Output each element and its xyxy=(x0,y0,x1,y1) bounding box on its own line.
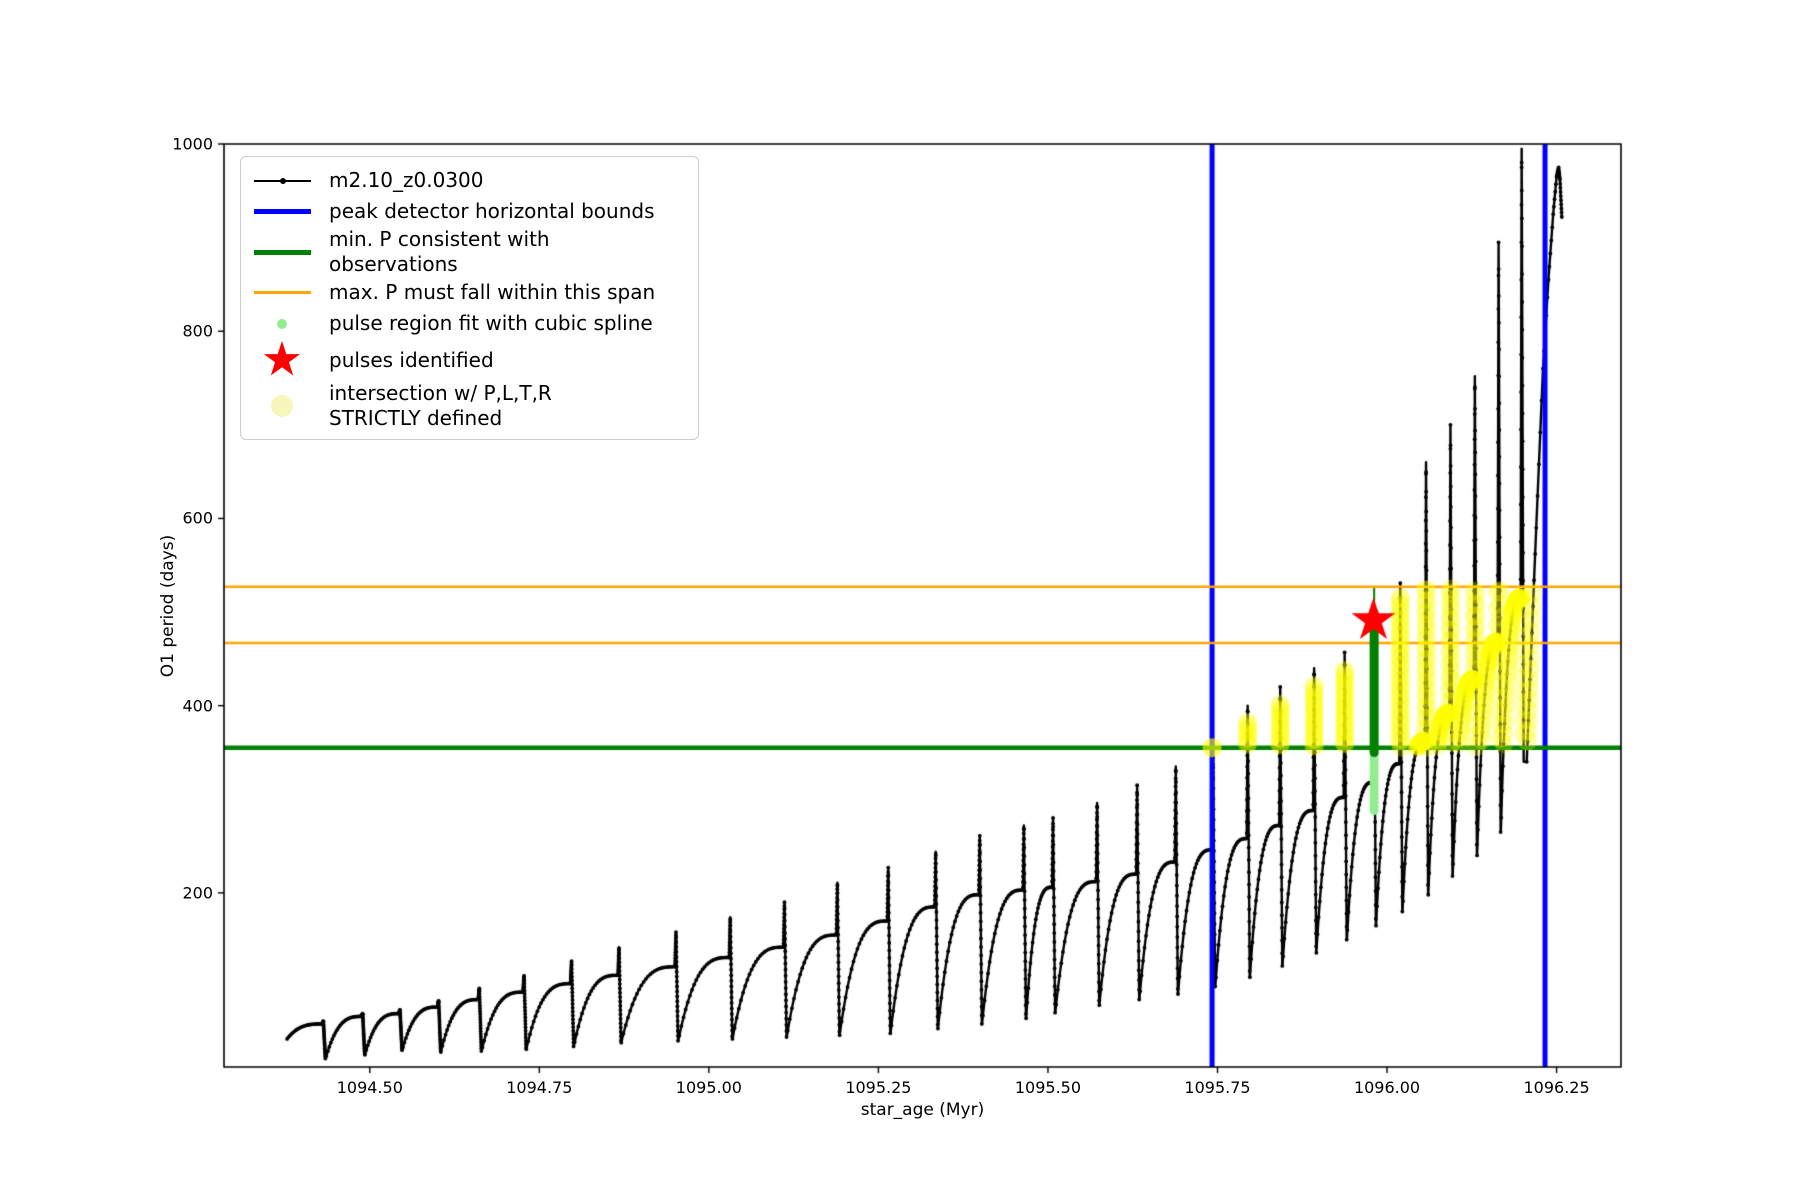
x-tick-label: 1095.00 xyxy=(675,1078,742,1097)
dot-marker-icon xyxy=(251,395,313,417)
line-icon xyxy=(253,209,311,214)
legend-entry: max. P must fall within this span xyxy=(251,277,684,308)
x-tick-label: 1095.75 xyxy=(1184,1078,1251,1097)
star-icon xyxy=(263,340,301,376)
dot-marker-icon xyxy=(251,318,313,329)
legend-line-icon xyxy=(251,209,313,214)
legend-entry-label: peak detector horizontal bounds xyxy=(329,199,655,223)
legend-entry-label: pulse region fit with cubic spline xyxy=(329,311,653,335)
legend-entry-label: m2.10_z0.0300 xyxy=(329,168,484,192)
series-line-icon xyxy=(253,177,311,184)
star-marker-icon xyxy=(251,339,313,381)
dot-icon xyxy=(271,395,293,417)
legend-entry: peak detector horizontal bounds xyxy=(251,196,684,227)
legend-entry-label: pulses identified xyxy=(329,347,494,372)
legend-entry: m2.10_z0.0300 xyxy=(251,165,684,196)
legend-entry: intersection w/ P,L,T,R STRICTLY defined xyxy=(251,381,684,431)
legend-entry-label: intersection w/ P,L,T,R STRICTLY defined xyxy=(329,381,552,430)
legend-line-icon xyxy=(251,291,313,294)
x-tick-label: 1096.25 xyxy=(1523,1078,1590,1097)
y-tick-label: 600 xyxy=(182,508,213,528)
x-tick-label: 1095.50 xyxy=(1014,1078,1082,1097)
line-icon xyxy=(253,291,311,294)
x-tick-label: 1094.50 xyxy=(336,1078,403,1097)
figure: 1094.50 1094.75 1095.00 1095.25 1095.50 1095.… xyxy=(0,0,1800,1200)
legend-entry: pulse region fit with cubic spline xyxy=(251,308,684,339)
y-tick-label: 200 xyxy=(182,883,213,903)
x-axis-label: star_age (Myr) xyxy=(860,1100,985,1120)
legend-entry-label: min. P consistent with observations xyxy=(329,227,550,276)
legend-entry: min. P consistent with observations xyxy=(251,227,684,277)
legend: m2.10_z0.0300peak detector horizontal bo… xyxy=(240,156,699,440)
legend-entry: pulses identified xyxy=(251,339,684,381)
dot-icon xyxy=(277,318,287,329)
line-with-dot-marker-icon xyxy=(251,177,313,184)
y-tick-label: 800 xyxy=(182,321,213,341)
y-tick-label: 400 xyxy=(182,696,213,716)
legend-line-icon xyxy=(251,249,313,255)
y-tick-label: 1000 xyxy=(172,134,213,154)
line-icon xyxy=(253,249,311,255)
y-axis-label: O1 period (days) xyxy=(158,534,178,677)
x-tick-label: 1095.25 xyxy=(845,1078,912,1097)
x-tick-label: 1096.00 xyxy=(1353,1078,1421,1097)
x-tick-label: 1094.75 xyxy=(506,1078,573,1097)
legend-entry-label: max. P must fall within this span xyxy=(329,280,656,304)
